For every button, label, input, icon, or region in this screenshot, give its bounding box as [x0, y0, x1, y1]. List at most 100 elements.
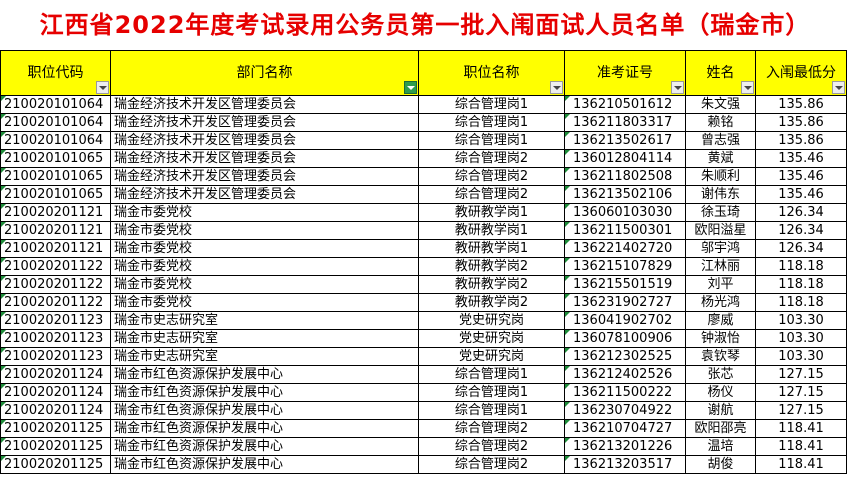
cell-name[interactable]: 朱文强: [685, 95, 756, 114]
cell-position-name[interactable]: 教研教学岗2: [418, 257, 565, 276]
cell-department[interactable]: 瑞金市史志研究室: [110, 347, 419, 366]
cell-position-code[interactable]: 210020101064: [0, 95, 111, 114]
cell-min-score[interactable]: 118.18: [755, 293, 847, 312]
cell-department[interactable]: 瑞金市红色资源保护发展中心: [110, 455, 419, 474]
cell-department[interactable]: 瑞金市委党校: [110, 275, 419, 294]
cell-ticket[interactable]: 136221402720: [564, 239, 686, 258]
cell-position-name[interactable]: 综合管理岗1: [418, 383, 565, 402]
cell-position-name[interactable]: 综合管理岗2: [418, 419, 565, 438]
cell-department[interactable]: 瑞金市委党校: [110, 221, 419, 240]
cell-department[interactable]: 瑞金经济技术开发区管理委员会: [110, 113, 419, 132]
cell-department[interactable]: 瑞金市委党校: [110, 257, 419, 276]
cell-position-code[interactable]: 210020201122: [0, 257, 111, 276]
cell-ticket[interactable]: 136078100906: [564, 329, 686, 348]
cell-ticket[interactable]: 136231902727: [564, 293, 686, 312]
cell-name[interactable]: 杨仪: [685, 383, 756, 402]
cell-position-code[interactable]: 210020201121: [0, 221, 111, 240]
cell-min-score[interactable]: 135.46: [755, 149, 847, 168]
cell-department[interactable]: 瑞金市委党校: [110, 293, 419, 312]
cell-position-name[interactable]: 党史研究岗: [418, 329, 565, 348]
header-position-name[interactable]: 职位名称: [418, 50, 565, 96]
cell-position-name[interactable]: 综合管理岗1: [418, 95, 565, 114]
cell-position-name[interactable]: 党史研究岗: [418, 347, 565, 366]
cell-ticket[interactable]: 136012804114: [564, 149, 686, 168]
cell-ticket[interactable]: 136213201226: [564, 437, 686, 456]
filter-dropdown-icon[interactable]: [671, 81, 684, 94]
cell-min-score[interactable]: 135.86: [755, 95, 847, 114]
cell-min-score[interactable]: 118.41: [755, 437, 847, 456]
cell-ticket[interactable]: 136211803317: [564, 113, 686, 132]
cell-position-name[interactable]: 教研教学岗1: [418, 221, 565, 240]
cell-min-score[interactable]: 118.41: [755, 419, 847, 438]
cell-department[interactable]: 瑞金市史志研究室: [110, 329, 419, 348]
cell-min-score[interactable]: 135.86: [755, 113, 847, 132]
cell-ticket[interactable]: 136060103030: [564, 203, 686, 222]
cell-min-score[interactable]: 135.86: [755, 131, 847, 150]
cell-position-name[interactable]: 综合管理岗1: [418, 131, 565, 150]
filter-dropdown-icon[interactable]: [96, 81, 109, 94]
cell-position-code[interactable]: 210020201122: [0, 275, 111, 294]
cell-position-name[interactable]: 教研教学岗2: [418, 275, 565, 294]
cell-name[interactable]: 张芯: [685, 365, 756, 384]
cell-position-name[interactable]: 综合管理岗2: [418, 167, 565, 186]
cell-position-code[interactable]: 210020201123: [0, 311, 111, 330]
cell-min-score[interactable]: 135.46: [755, 167, 847, 186]
cell-department[interactable]: 瑞金市委党校: [110, 203, 419, 222]
cell-department[interactable]: 瑞金市红色资源保护发展中心: [110, 419, 419, 438]
cell-name[interactable]: 徐玉琦: [685, 203, 756, 222]
cell-name[interactable]: 朱顺利: [685, 167, 756, 186]
cell-position-name[interactable]: 综合管理岗1: [418, 401, 565, 420]
cell-position-code[interactable]: 210020101065: [0, 149, 111, 168]
cell-min-score[interactable]: 135.46: [755, 185, 847, 204]
cell-min-score[interactable]: 127.15: [755, 383, 847, 402]
cell-ticket[interactable]: 136212302525: [564, 347, 686, 366]
header-ticket[interactable]: 准考证号: [564, 50, 686, 96]
filter-active-icon[interactable]: [404, 81, 417, 94]
cell-position-name[interactable]: 综合管理岗2: [418, 455, 565, 474]
filter-dropdown-icon[interactable]: [550, 81, 563, 94]
cell-position-code[interactable]: 210020201124: [0, 365, 111, 384]
cell-ticket[interactable]: 136210501612: [564, 95, 686, 114]
cell-ticket[interactable]: 136210704727: [564, 419, 686, 438]
cell-department[interactable]: 瑞金经济技术开发区管理委员会: [110, 131, 419, 150]
cell-position-code[interactable]: 210020201123: [0, 329, 111, 348]
filter-dropdown-icon[interactable]: [741, 81, 754, 94]
cell-min-score[interactable]: 118.18: [755, 275, 847, 294]
cell-ticket[interactable]: 136041902702: [564, 311, 686, 330]
header-department[interactable]: 部门名称: [110, 50, 419, 96]
cell-position-name[interactable]: 党史研究岗: [418, 311, 565, 330]
cell-ticket[interactable]: 136213502617: [564, 131, 686, 150]
cell-position-name[interactable]: 综合管理岗1: [418, 365, 565, 384]
cell-name[interactable]: 谢伟东: [685, 185, 756, 204]
cell-min-score[interactable]: 126.34: [755, 239, 847, 258]
cell-department[interactable]: 瑞金经济技术开发区管理委员会: [110, 149, 419, 168]
cell-ticket[interactable]: 136211500301: [564, 221, 686, 240]
cell-name[interactable]: 谢航: [685, 401, 756, 420]
cell-position-code[interactable]: 210020101065: [0, 185, 111, 204]
cell-min-score[interactable]: 127.15: [755, 365, 847, 384]
cell-min-score[interactable]: 126.34: [755, 221, 847, 240]
cell-min-score[interactable]: 103.30: [755, 347, 847, 366]
cell-name[interactable]: 廖威: [685, 311, 756, 330]
cell-name[interactable]: 赖铭: [685, 113, 756, 132]
cell-position-code[interactable]: 210020101064: [0, 113, 111, 132]
cell-ticket[interactable]: 136215107829: [564, 257, 686, 276]
cell-department[interactable]: 瑞金市红色资源保护发展中心: [110, 365, 419, 384]
cell-name[interactable]: 温培: [685, 437, 756, 456]
cell-ticket[interactable]: 136213203517: [564, 455, 686, 474]
cell-position-code[interactable]: 210020201122: [0, 293, 111, 312]
cell-position-name[interactable]: 综合管理岗2: [418, 185, 565, 204]
cell-position-code[interactable]: 210020201125: [0, 437, 111, 456]
cell-min-score[interactable]: 118.18: [755, 257, 847, 276]
cell-position-code[interactable]: 210020201125: [0, 419, 111, 438]
cell-ticket[interactable]: 136211802508: [564, 167, 686, 186]
cell-name[interactable]: 邬宇鸿: [685, 239, 756, 258]
cell-min-score[interactable]: 126.34: [755, 203, 847, 222]
cell-position-code[interactable]: 210020201125: [0, 455, 111, 474]
cell-min-score[interactable]: 118.41: [755, 455, 847, 474]
cell-position-name[interactable]: 教研教学岗2: [418, 293, 565, 312]
cell-position-name[interactable]: 综合管理岗2: [418, 149, 565, 168]
cell-min-score[interactable]: 103.30: [755, 329, 847, 348]
cell-min-score[interactable]: 103.30: [755, 311, 847, 330]
cell-position-name[interactable]: 综合管理岗1: [418, 113, 565, 132]
